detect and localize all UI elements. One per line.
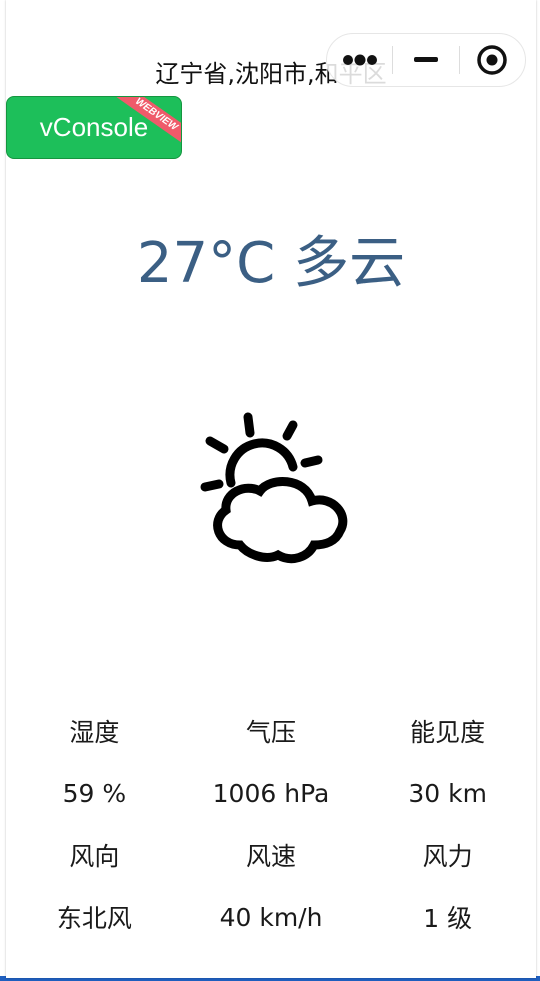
visibility-value: 30 km	[408, 778, 487, 808]
wind-speed-label: 风速	[246, 842, 297, 871]
target-close-icon	[477, 45, 508, 75]
minimize-icon	[413, 57, 438, 62]
humidity-label: 湿度	[69, 718, 120, 747]
mini-program-capsule	[326, 33, 526, 87]
more-button[interactable]	[327, 34, 392, 86]
weather-stats: 湿度 气压 能见度 59 % 1006 hPa 30 km 风向 风速 风力 东…	[6, 700, 536, 948]
mini-program-page: 辽宁省,沈阳市,和平区 vConsole WEBVIEW 27°C 多云 湿度 …	[6, 0, 536, 978]
more-dots-icon	[342, 54, 377, 66]
wind-speed-value: 40 km/h	[219, 902, 323, 932]
close-button[interactable]	[460, 34, 525, 86]
stats-row-labels: 湿度 气压 能见度	[6, 700, 536, 762]
partly-cloudy-icon	[200, 412, 348, 564]
temperature-condition: 27°C 多云	[136, 231, 406, 296]
vconsole-button[interactable]: vConsole WEBVIEW	[6, 96, 182, 159]
minimize-button[interactable]	[393, 34, 458, 86]
pressure-label: 气压	[246, 718, 297, 747]
visibility-label: 能见度	[410, 718, 486, 747]
wind-direction-value: 东北风	[56, 904, 132, 933]
humidity-value: 59 %	[62, 778, 127, 808]
wind-force-value: 1 级	[423, 904, 473, 933]
stats-row-labels: 风向 风速 风力	[6, 824, 536, 886]
pressure-value: 1006 hPa	[212, 778, 330, 808]
wind-force-label: 风力	[422, 842, 473, 871]
stats-row-values: 东北风 40 km/h 1 级	[6, 886, 536, 948]
stats-row-values: 59 % 1006 hPa 30 km	[6, 762, 536, 824]
wind-direction-label: 风向	[69, 842, 120, 871]
